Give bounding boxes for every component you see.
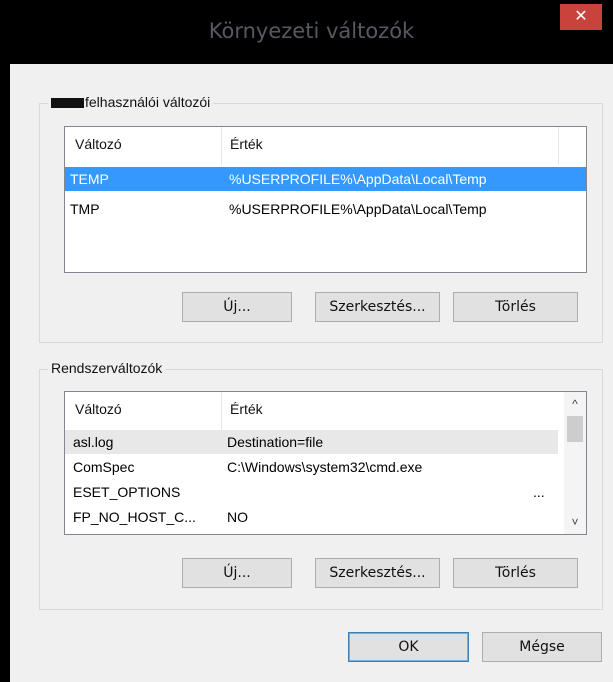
cancel-button[interactable]: Mégse xyxy=(482,632,602,662)
column-header-value[interactable]: Érték xyxy=(230,401,263,417)
background-edge xyxy=(0,0,10,682)
title-bar[interactable]: Környezeti változók ✕ xyxy=(10,0,613,64)
scroll-up-icon[interactable]: ^ xyxy=(564,394,586,414)
variable-name: asl.log xyxy=(73,434,114,450)
redacted-username xyxy=(51,98,84,109)
scroll-thumb[interactable] xyxy=(567,416,583,442)
column-header-value[interactable]: Érték xyxy=(230,136,263,152)
variable-name: TMP xyxy=(70,201,100,217)
ok-button[interactable]: OK xyxy=(348,632,469,662)
system-variables-header: Változó Érték xyxy=(65,392,586,430)
variable-name: TEMP xyxy=(70,171,109,187)
column-divider[interactable] xyxy=(221,127,222,165)
system-edit-button[interactable]: Szerkesztés... xyxy=(315,558,440,588)
table-row[interactable]: FP_NO_HOST_C... NO xyxy=(65,505,558,529)
close-icon: ✕ xyxy=(574,8,588,25)
user-variables-header: Változó Érték xyxy=(65,127,586,165)
user-delete-button[interactable]: Törlés xyxy=(453,292,578,322)
column-header-variable[interactable]: Változó xyxy=(75,136,122,152)
user-variables-legend: felhasználói változói xyxy=(48,94,214,110)
system-variables-legend: Rendszerváltozók xyxy=(48,360,166,376)
variable-name: ComSpec xyxy=(73,459,135,475)
table-row[interactable]: ComSpec C:\Windows\system32\cmd.exe xyxy=(65,455,558,479)
variable-value: %USERPROFILE%\AppData\Local\Temp xyxy=(229,201,487,217)
table-row[interactable]: TMP %USERPROFILE%\AppData\Local\Temp xyxy=(65,197,586,221)
variable-value: %USERPROFILE%\AppData\Local\Temp xyxy=(229,171,487,187)
system-delete-button[interactable]: Törlés xyxy=(453,558,578,588)
system-new-button[interactable]: Új... xyxy=(182,558,292,588)
table-row[interactable]: ESET_OPTIONS ... xyxy=(65,480,558,504)
system-variables-list[interactable]: Változó Érték asl.log Destination=file C… xyxy=(64,391,587,535)
table-row[interactable]: asl.log Destination=file xyxy=(65,430,558,454)
variable-name: ESET_OPTIONS xyxy=(73,484,181,500)
variable-value: Destination=file xyxy=(227,434,324,450)
user-variables-legend-text: felhasználói változói xyxy=(85,94,211,110)
column-divider[interactable] xyxy=(221,392,222,430)
user-variables-list[interactable]: Változó Érték TEMP %USERPROFILE%\AppData… xyxy=(64,126,587,273)
column-header-variable[interactable]: Változó xyxy=(75,401,122,417)
table-row[interactable]: TEMP %USERPROFILE%\AppData\Local\Temp xyxy=(65,167,586,191)
user-new-button[interactable]: Új... xyxy=(182,292,292,322)
variable-value: NO xyxy=(227,509,248,525)
scroll-down-icon[interactable]: ˅ xyxy=(564,512,586,532)
environment-variables-dialog: Környezeti változók ✕ felhasználói válto… xyxy=(10,0,613,682)
variable-value: ... xyxy=(533,484,545,500)
column-divider[interactable] xyxy=(558,127,559,165)
variable-name: FP_NO_HOST_C... xyxy=(73,509,196,525)
close-button[interactable]: ✕ xyxy=(560,4,602,30)
variable-value: C:\Windows\system32\cmd.exe xyxy=(227,459,423,475)
user-edit-button[interactable]: Szerkesztés... xyxy=(315,292,440,322)
vertical-scrollbar[interactable]: ^ ˅ xyxy=(564,392,586,534)
dialog-title: Környezeti változók xyxy=(208,19,415,43)
